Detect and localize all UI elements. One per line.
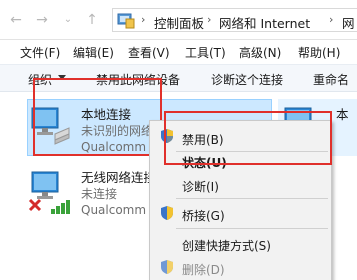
annotation-highlight-box: [33, 78, 162, 156]
breadcrumb-separator: ›: [329, 13, 334, 26]
rename-button[interactable]: 重命名: [313, 71, 349, 88]
uac-shield-icon: [161, 206, 173, 220]
adapter-name-wireless: 无线网络连接: [81, 170, 157, 185]
breadcrumb-separator: ›: [207, 13, 212, 26]
up-icon[interactable]: ↑: [84, 12, 100, 28]
back-icon[interactable]: ←: [8, 12, 24, 28]
adapter-name-third: 本: [336, 107, 349, 122]
annotation-highlight-box: [164, 111, 332, 165]
menu-separator: [176, 228, 328, 229]
menu-edit[interactable]: 编辑(E): [73, 44, 114, 61]
signal-bars-icon: [51, 200, 70, 214]
disconnected-x-icon: [28, 198, 42, 212]
chevron-down-icon[interactable]: ⌄: [60, 12, 76, 28]
menu-item-delete[interactable]: 删除(D): [182, 261, 225, 278]
control-panel-icon: [117, 13, 135, 29]
menu-file[interactable]: 文件(F): [20, 44, 60, 61]
menu-item-bridge[interactable]: 桥接(G): [182, 207, 225, 224]
breadcrumb-network-internet[interactable]: 网络和 Internet: [219, 13, 310, 32]
breadcrumb-control-panel[interactable]: 控制面板: [154, 13, 204, 32]
breadcrumb-separator: ›: [141, 13, 146, 26]
breadcrumb-network[interactable]: 网: [342, 13, 355, 32]
uac-shield-icon: [161, 260, 173, 274]
menu-item-create-shortcut[interactable]: 创建快捷方式(S): [182, 237, 271, 254]
adapter-status-wireless: 未连接: [81, 187, 118, 201]
menu-item-diagnose[interactable]: 诊断(I): [182, 178, 219, 195]
menu-tools[interactable]: 工具(T): [185, 44, 226, 61]
diagnose-connection-button[interactable]: 诊断这个连接: [211, 71, 283, 88]
menu-advanced[interactable]: 高级(N): [239, 44, 281, 61]
menu-help[interactable]: 帮助(H): [298, 44, 340, 61]
menu-view[interactable]: 查看(V): [128, 44, 170, 61]
forward-icon[interactable]: →: [34, 12, 50, 28]
menu-separator: [176, 198, 328, 199]
adapter-device-wireless: Qualcomm: [81, 203, 147, 217]
